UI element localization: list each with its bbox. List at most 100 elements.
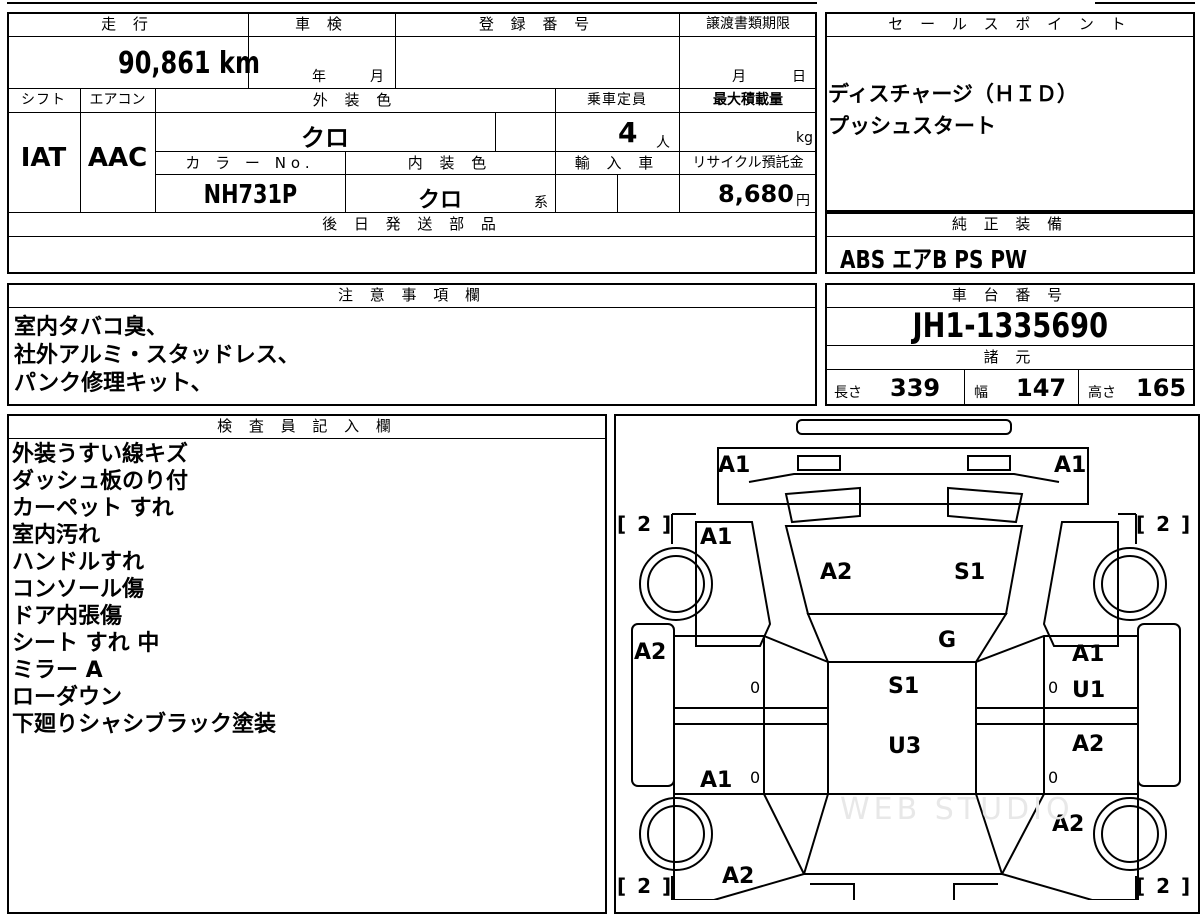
inspector-list: 外装うすい線キズ ダッシュ板のり付 カーペット すれ 室内汚れ ハンドルすれ コ… — [12, 441, 276, 738]
exterior-color-header: 外 装 色 — [312, 91, 398, 109]
mark-door-rear-right: A2 — [1072, 732, 1105, 757]
bracket-front-right — [1118, 513, 1137, 544]
col-line — [495, 112, 496, 151]
inspector-line: カーペット すれ — [12, 496, 174, 521]
mark-fender-left: A1 — [700, 525, 733, 550]
mark-door-front-left: A2 — [634, 640, 667, 665]
row-line — [825, 236, 1195, 237]
shift-header: シフト — [21, 92, 66, 108]
mark-roof: S1 — [888, 674, 920, 699]
inspection-month-unit: 月 — [370, 69, 384, 85]
height-label: 高さ — [1088, 385, 1116, 401]
wheel-front-right-inner — [1101, 555, 1159, 613]
wheel-front-left — [639, 547, 713, 621]
max-load-unit: kg — [796, 130, 813, 146]
headlight-left — [797, 455, 841, 471]
note-line: パンク修理キット、 — [14, 371, 213, 396]
fender-right — [1042, 521, 1119, 647]
max-load-header: 最大積載量 — [713, 92, 783, 108]
mark-hood-left: A2 — [820, 560, 853, 585]
notes-header: 注 意 事 項 欄 — [337, 286, 487, 304]
inspector-line: ドア内張傷 — [12, 604, 123, 629]
length-label: 長さ — [834, 385, 862, 401]
bracket-front-left — [671, 513, 696, 544]
exterior-color-value: クロ — [301, 124, 349, 152]
top-stub-line — [1095, 2, 1195, 4]
wheel-front-right — [1093, 547, 1167, 621]
inspector-line: ミラー A — [12, 658, 103, 683]
color-no-value: NH731P — [203, 180, 297, 210]
tire-count-rear-left: [ 2 ] — [617, 874, 674, 898]
zero-mark: 0 — [750, 768, 761, 787]
headlight-right — [967, 455, 1011, 471]
recycle-header: リサイクル預託金 — [692, 155, 804, 171]
inspection-header: 車 検 — [295, 15, 348, 33]
row-line — [825, 369, 1195, 370]
sales-points-header: セ ー ル ス ポ イ ン ト — [888, 15, 1132, 33]
mark-rear: U3 — [888, 734, 922, 759]
interior-color-header: 内 装 色 — [407, 154, 493, 172]
top-stub-line — [7, 2, 817, 4]
transfer-month-unit: 月 — [732, 69, 746, 85]
notes-list: 室内タバコ臭、 社外アルミ・スタッドレス、 パンク修理キット、 — [14, 314, 300, 398]
sales-point-line: ディスチャージ（ＨＩＤ） — [828, 82, 1078, 106]
mark-door-rear-left: A1 — [700, 768, 733, 793]
color-no-header: カ ラ ー No. — [185, 154, 315, 172]
mark-door-front-right: A1 — [1072, 642, 1105, 667]
length-value: 339 — [890, 374, 941, 402]
sales-point-line: プッシュスタート — [828, 114, 996, 138]
zero-mark: 0 — [1048, 768, 1059, 787]
specs-header: 諸 元 — [983, 348, 1037, 366]
interior-color-value: クロ — [417, 188, 462, 213]
shift-value: IAT — [20, 143, 67, 173]
front-bumper-bar — [796, 419, 1012, 435]
inspector-line: 下廻りシャシブラック塗装 — [12, 712, 277, 737]
tire-count-rear-right: [ 2 ] — [1136, 874, 1193, 898]
wheel-rear-right-inner — [1101, 805, 1159, 863]
front-end-outline — [717, 447, 1089, 505]
transfer-day-unit: 日 — [792, 69, 806, 85]
row-line — [825, 36, 1195, 37]
inspector-header: 検 査 員 記 入 欄 — [217, 417, 397, 435]
watermark: WEB STUDIO — [840, 792, 1074, 827]
chassis-header: 車 台 番 号 — [951, 286, 1069, 304]
mark-front-left: A1 — [718, 453, 751, 478]
inspector-line: 室内汚れ — [12, 523, 101, 548]
mileage-header: 走 行 — [101, 15, 154, 33]
inspector-line: ローダウン — [12, 685, 123, 710]
wheel-rear-right — [1093, 797, 1167, 871]
width-value: 147 — [1016, 374, 1067, 402]
row-line — [7, 112, 817, 113]
row-line — [7, 438, 607, 439]
row-line — [7, 236, 817, 237]
note-line: 社外アルミ・スタッドレス、 — [14, 343, 300, 368]
front-grille-line — [748, 473, 1060, 483]
transfer-deadline-header: 譲渡書類期限 — [706, 16, 790, 32]
capacity-header: 乗車定員 — [587, 92, 647, 108]
interior-color-suffix: 系 — [534, 195, 548, 211]
aircon-header: エアコン — [89, 92, 146, 108]
sales-points-list: ディスチャージ（ＨＩＤ） プッシュスタート — [828, 78, 1078, 142]
wheel-rear-left-inner — [647, 805, 705, 863]
registration-header: 登 録 番 号 — [478, 15, 596, 33]
mark-front-right: A1 — [1054, 453, 1087, 478]
recycle-unit: 円 — [796, 193, 810, 209]
col-line — [1078, 369, 1079, 406]
wheel-rear-left — [639, 797, 713, 871]
note-line: 室内タバコ臭、 — [14, 315, 169, 340]
zero-mark: 0 — [1048, 678, 1059, 697]
standard-equipment-header: 純 正 装 備 — [951, 215, 1069, 233]
aircon-value: AAC — [87, 143, 148, 173]
import-header: 輸 入 車 — [574, 154, 660, 172]
mark-back-left: A2 — [722, 864, 755, 889]
inspector-line: シート すれ 中 — [12, 631, 160, 656]
chassis-value: JH1-1335690 — [912, 306, 1108, 346]
zero-mark: 0 — [750, 678, 761, 697]
mark-glass: G — [938, 628, 957, 653]
tire-count-front-left: [ 2 ] — [617, 512, 674, 536]
col-line — [964, 369, 965, 406]
inspector-line: ダッシュ板のり付 — [12, 469, 189, 494]
later-parts-header: 後 日 発 送 部 品 — [322, 215, 502, 233]
inspector-line: ハンドルすれ — [12, 550, 145, 575]
rear-bumper-marks — [810, 883, 998, 900]
